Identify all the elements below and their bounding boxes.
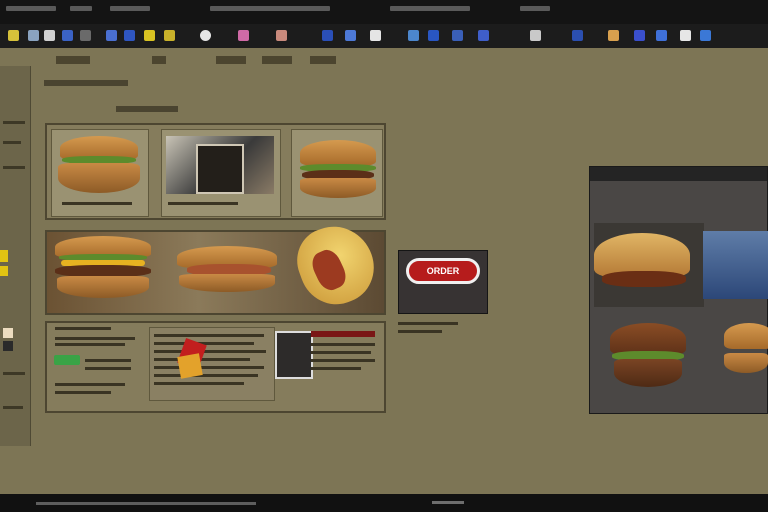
accept-toggle[interactable] (54, 355, 80, 365)
mail-icon[interactable] (345, 30, 356, 41)
burger-image (300, 140, 376, 166)
panel-heading (55, 327, 111, 330)
menu-item[interactable] (520, 6, 550, 11)
red-bar (311, 331, 375, 337)
burger-image (724, 323, 768, 349)
sidebar-item[interactable] (3, 141, 21, 144)
menu-item[interactable] (390, 6, 470, 11)
nav-tab[interactable] (262, 56, 292, 64)
order-button[interactable]: ORDER (406, 258, 480, 284)
title-bar (0, 0, 768, 24)
gear-icon[interactable] (144, 30, 155, 41)
folder-icon[interactable] (8, 30, 19, 41)
nav-tab[interactable] (310, 56, 336, 64)
tool-icon[interactable] (106, 30, 117, 41)
nav-tab[interactable] (152, 56, 166, 64)
promo-banner[interactable] (45, 215, 386, 315)
user-icon[interactable] (478, 30, 489, 41)
image-icon[interactable] (164, 30, 175, 41)
menu-item[interactable] (110, 6, 150, 11)
chart-icon[interactable] (408, 30, 419, 41)
window-icon[interactable] (656, 30, 667, 41)
monitor-image (703, 231, 768, 299)
sidebar-marker (0, 250, 8, 262)
window-icon[interactable] (62, 30, 73, 41)
book-icon[interactable] (276, 30, 287, 41)
description-box (149, 327, 275, 401)
order-widget: ORDER (398, 250, 488, 314)
sidebar-item[interactable] (3, 372, 25, 375)
star-icon[interactable] (124, 30, 135, 41)
mail-icon[interactable] (680, 30, 691, 41)
tool-icon[interactable] (572, 30, 583, 41)
window-title-bar (590, 167, 767, 181)
file-icon[interactable] (28, 30, 39, 41)
sidebar (0, 66, 31, 446)
sidebar-item[interactable] (3, 166, 25, 169)
checkbox-icon[interactable] (3, 341, 13, 351)
window-icon[interactable] (700, 30, 711, 41)
window-title (210, 6, 330, 11)
checkbox-icon[interactable] (3, 328, 13, 338)
section-heading (116, 106, 178, 112)
info-panel (45, 321, 386, 413)
image-icon[interactable] (608, 30, 619, 41)
product-card[interactable] (291, 129, 383, 217)
globe-icon[interactable] (238, 30, 249, 41)
product-panel-1 (45, 123, 386, 220)
cloud-icon[interactable] (370, 30, 381, 41)
help-icon[interactable] (428, 30, 439, 41)
status-bar (0, 494, 768, 512)
side-window (589, 166, 768, 414)
link-icon[interactable] (80, 30, 91, 41)
sidebar-item[interactable] (3, 121, 25, 124)
menu-board-image (196, 144, 244, 194)
toolbar (0, 24, 768, 49)
cheese-icon (177, 353, 203, 379)
print-icon[interactable] (322, 30, 333, 41)
sidebar-marker (0, 266, 8, 276)
menu-item[interactable] (70, 6, 92, 11)
product-card[interactable] (51, 129, 149, 217)
nav-tab[interactable] (56, 56, 90, 64)
edit-icon[interactable] (44, 30, 55, 41)
nav-tab[interactable] (216, 56, 246, 64)
title-text-placeholder (6, 6, 56, 11)
window-icon[interactable] (634, 30, 645, 41)
heart-icon[interactable] (200, 30, 211, 41)
search-icon[interactable] (530, 30, 541, 41)
tablet-image (275, 331, 313, 379)
product-card[interactable] (161, 129, 281, 217)
settings-icon[interactable] (452, 30, 463, 41)
breadcrumb (44, 80, 128, 86)
sidebar-item[interactable] (3, 406, 23, 409)
